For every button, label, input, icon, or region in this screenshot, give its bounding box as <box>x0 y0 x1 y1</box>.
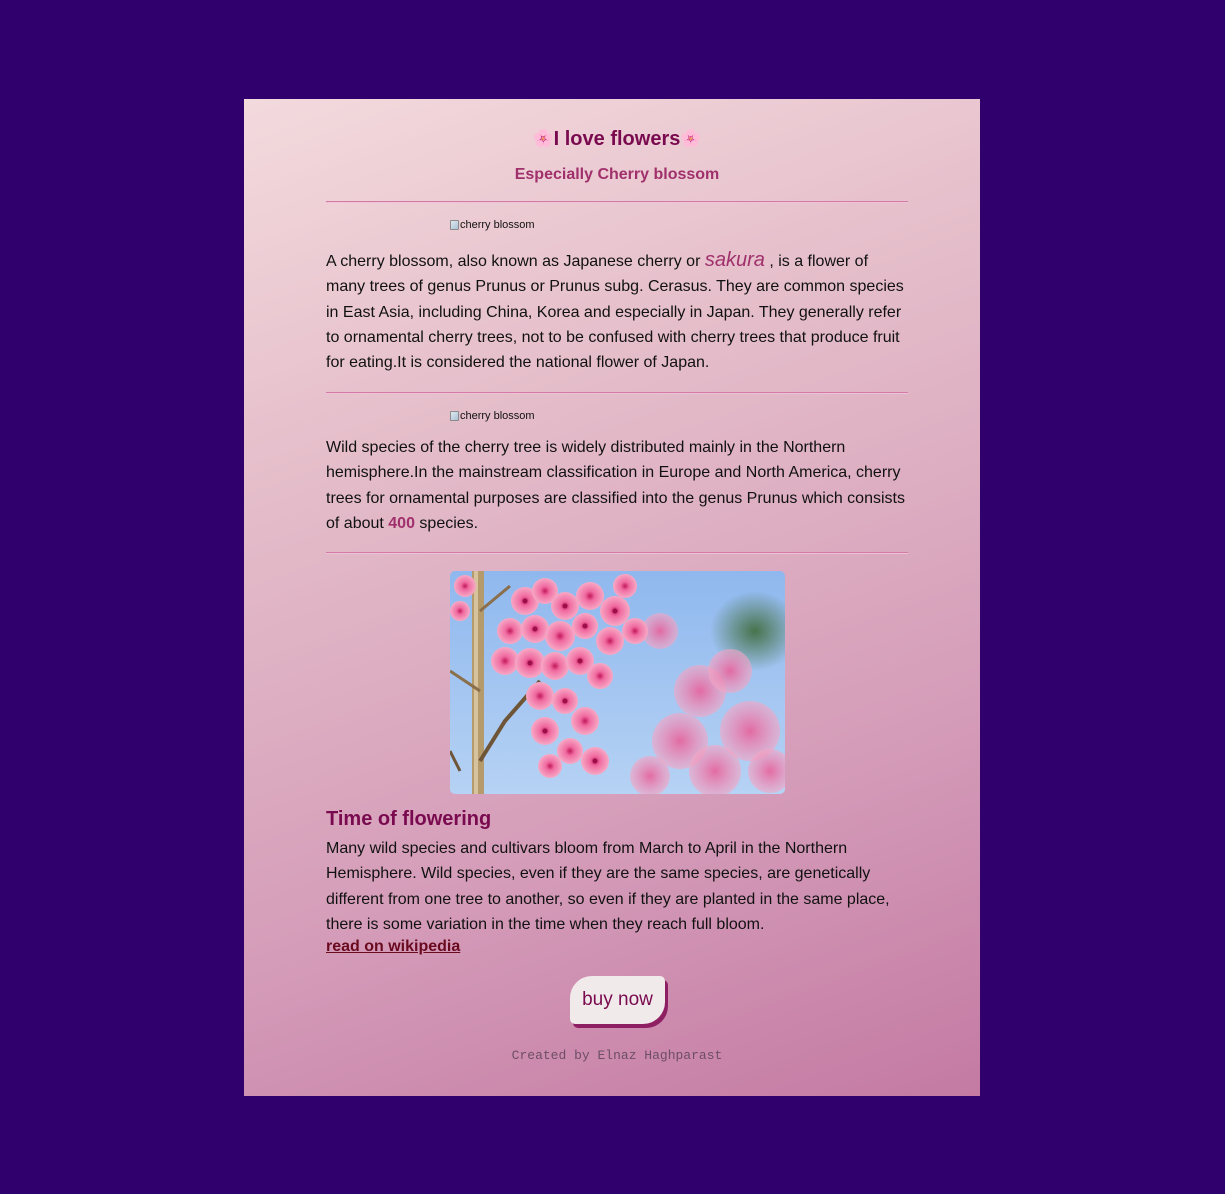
footer-credit: Created by Elnaz Haghparast <box>511 1048 723 1063</box>
distribution-text-end: species. <box>414 514 479 532</box>
intro-text-end: , is a flower of many trees of genus Pru… <box>326 253 904 372</box>
sakura-highlight: sakura <box>704 249 765 271</box>
content-card: 🌸I love flowers🌸 Especially Cherry bloss… <box>244 99 980 1096</box>
page-title-text: I love flowers <box>553 128 681 150</box>
cherry-blossom-icon: 🌸 <box>680 129 702 148</box>
broken-image: cherry blossom <box>450 409 535 423</box>
intro-paragraph: A cherry blossom, also known as Japanese… <box>326 248 908 375</box>
page-subtitle: Especially Cherry blossom <box>514 166 720 183</box>
buy-now-button[interactable]: buy now <box>570 976 665 1024</box>
page-title: 🌸I love flowers🌸 <box>326 125 908 153</box>
flowering-paragraph: Many wild species and cultivars bloom fr… <box>326 840 890 933</box>
flowering-heading: Time of flowering <box>326 808 492 830</box>
distribution-paragraph: Wild species of the cherry tree is widel… <box>326 435 908 536</box>
broken-image-alt: cherry blossom <box>460 219 535 231</box>
broken-image: cherry blossom <box>450 218 535 232</box>
cherry-blossom-photo <box>450 571 785 794</box>
intro-text-start: A cherry blossom, also known as Japanese… <box>326 253 705 270</box>
broken-image-icon <box>450 411 459 421</box>
divider <box>326 392 908 394</box>
cherry-blossom-illustration <box>450 571 785 794</box>
divider <box>326 201 908 203</box>
wikipedia-link[interactable]: read on wikipedia <box>326 937 460 957</box>
broken-image-icon <box>450 220 459 230</box>
species-count: 400 <box>388 514 415 532</box>
broken-image-alt: cherry blossom <box>460 410 535 422</box>
cherry-blossom-icon: 🌸 <box>532 129 554 148</box>
divider <box>326 552 908 554</box>
